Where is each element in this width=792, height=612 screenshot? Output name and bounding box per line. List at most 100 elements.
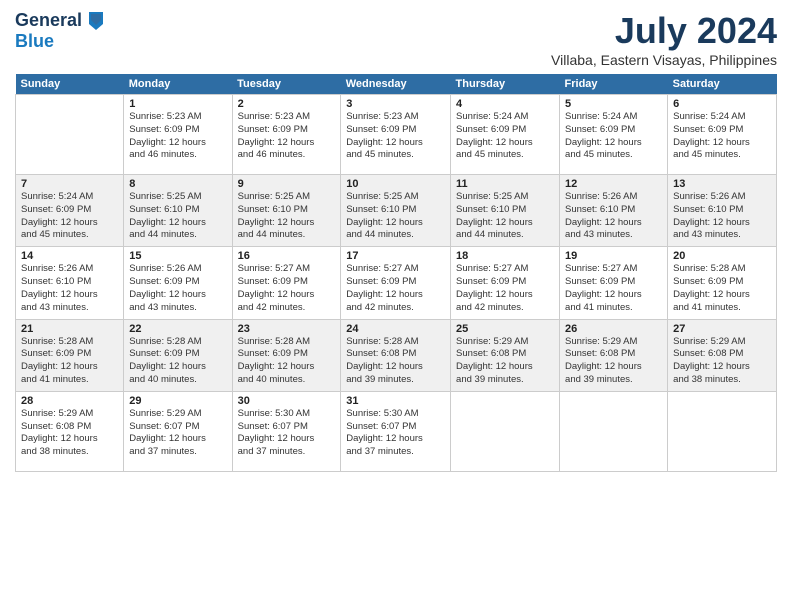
calendar-cell: 31Sunrise: 5:30 AMSunset: 6:07 PMDayligh… bbox=[341, 391, 451, 471]
header-sunday: Sunday bbox=[16, 74, 124, 95]
date-number: 8 bbox=[124, 175, 231, 191]
calendar-table: Sunday Monday Tuesday Wednesday Thursday… bbox=[15, 74, 777, 472]
cell-content: Sunrise: 5:29 AMSunset: 6:07 PMDaylight:… bbox=[124, 408, 231, 463]
calendar-cell: 13Sunrise: 5:26 AMSunset: 6:10 PMDayligh… bbox=[668, 175, 777, 247]
calendar-cell: 8Sunrise: 5:25 AMSunset: 6:10 PMDaylight… bbox=[124, 175, 232, 247]
calendar-cell: 27Sunrise: 5:29 AMSunset: 6:08 PMDayligh… bbox=[668, 319, 777, 391]
cell-content: Sunrise: 5:30 AMSunset: 6:07 PMDaylight:… bbox=[341, 408, 450, 463]
cell-content: Sunrise: 5:23 AMSunset: 6:09 PMDaylight:… bbox=[233, 111, 341, 166]
calendar-cell: 5Sunrise: 5:24 AMSunset: 6:09 PMDaylight… bbox=[560, 95, 668, 175]
calendar-cell: 6Sunrise: 5:24 AMSunset: 6:09 PMDaylight… bbox=[668, 95, 777, 175]
calendar-cell: 9Sunrise: 5:25 AMSunset: 6:10 PMDaylight… bbox=[232, 175, 341, 247]
date-number: 11 bbox=[451, 175, 559, 191]
date-number: 31 bbox=[341, 392, 450, 408]
header-monday: Monday bbox=[124, 74, 232, 95]
cell-content: Sunrise: 5:24 AMSunset: 6:09 PMDaylight:… bbox=[16, 191, 123, 246]
date-number: 14 bbox=[16, 247, 123, 263]
calendar-cell: 3Sunrise: 5:23 AMSunset: 6:09 PMDaylight… bbox=[341, 95, 451, 175]
calendar-cell: 7Sunrise: 5:24 AMSunset: 6:09 PMDaylight… bbox=[16, 175, 124, 247]
calendar-cell: 1Sunrise: 5:23 AMSunset: 6:09 PMDaylight… bbox=[124, 95, 232, 175]
date-number: 20 bbox=[668, 247, 776, 263]
calendar-cell: 21Sunrise: 5:28 AMSunset: 6:09 PMDayligh… bbox=[16, 319, 124, 391]
cell-content: Sunrise: 5:26 AMSunset: 6:10 PMDaylight:… bbox=[668, 191, 776, 246]
title-section: July 2024 Villaba, Eastern Visayas, Phil… bbox=[551, 10, 777, 68]
calendar-week-4: 21Sunrise: 5:28 AMSunset: 6:09 PMDayligh… bbox=[16, 319, 777, 391]
cell-content: Sunrise: 5:25 AMSunset: 6:10 PMDaylight:… bbox=[124, 191, 231, 246]
cell-content: Sunrise: 5:27 AMSunset: 6:09 PMDaylight:… bbox=[233, 263, 341, 318]
cell-content: Sunrise: 5:29 AMSunset: 6:08 PMDaylight:… bbox=[560, 336, 667, 391]
calendar-cell: 10Sunrise: 5:25 AMSunset: 6:10 PMDayligh… bbox=[341, 175, 451, 247]
calendar-cell bbox=[560, 391, 668, 471]
calendar-cell: 26Sunrise: 5:29 AMSunset: 6:08 PMDayligh… bbox=[560, 319, 668, 391]
calendar-cell: 24Sunrise: 5:28 AMSunset: 6:08 PMDayligh… bbox=[341, 319, 451, 391]
cell-content: Sunrise: 5:28 AMSunset: 6:09 PMDaylight:… bbox=[124, 336, 231, 391]
calendar-cell: 20Sunrise: 5:28 AMSunset: 6:09 PMDayligh… bbox=[668, 247, 777, 319]
calendar-cell: 17Sunrise: 5:27 AMSunset: 6:09 PMDayligh… bbox=[341, 247, 451, 319]
cell-content: Sunrise: 5:27 AMSunset: 6:09 PMDaylight:… bbox=[560, 263, 667, 318]
date-number: 4 bbox=[451, 95, 559, 111]
cell-content: Sunrise: 5:25 AMSunset: 6:10 PMDaylight:… bbox=[451, 191, 559, 246]
date-number: 3 bbox=[341, 95, 450, 111]
date-number: 21 bbox=[16, 320, 123, 336]
cell-content: Sunrise: 5:24 AMSunset: 6:09 PMDaylight:… bbox=[668, 111, 776, 166]
header-wednesday: Wednesday bbox=[341, 74, 451, 95]
date-number: 19 bbox=[560, 247, 667, 263]
date-number: 5 bbox=[560, 95, 667, 111]
date-number: 23 bbox=[233, 320, 341, 336]
cell-content: Sunrise: 5:28 AMSunset: 6:09 PMDaylight:… bbox=[233, 336, 341, 391]
calendar-cell: 30Sunrise: 5:30 AMSunset: 6:07 PMDayligh… bbox=[232, 391, 341, 471]
date-number: 17 bbox=[341, 247, 450, 263]
day-header-row: Sunday Monday Tuesday Wednesday Thursday… bbox=[16, 74, 777, 95]
date-number: 18 bbox=[451, 247, 559, 263]
calendar-cell: 14Sunrise: 5:26 AMSunset: 6:10 PMDayligh… bbox=[16, 247, 124, 319]
date-number: 30 bbox=[233, 392, 341, 408]
logo-general: General bbox=[15, 10, 105, 32]
calendar-cell: 16Sunrise: 5:27 AMSunset: 6:09 PMDayligh… bbox=[232, 247, 341, 319]
cell-content: Sunrise: 5:25 AMSunset: 6:10 PMDaylight:… bbox=[233, 191, 341, 246]
calendar-cell bbox=[16, 95, 124, 175]
cell-content: Sunrise: 5:29 AMSunset: 6:08 PMDaylight:… bbox=[668, 336, 776, 391]
cell-content: Sunrise: 5:23 AMSunset: 6:09 PMDaylight:… bbox=[341, 111, 450, 166]
date-number: 12 bbox=[560, 175, 667, 191]
calendar-cell: 15Sunrise: 5:26 AMSunset: 6:09 PMDayligh… bbox=[124, 247, 232, 319]
header-friday: Friday bbox=[560, 74, 668, 95]
calendar-cell: 19Sunrise: 5:27 AMSunset: 6:09 PMDayligh… bbox=[560, 247, 668, 319]
date-number: 24 bbox=[341, 320, 450, 336]
cell-content: Sunrise: 5:28 AMSunset: 6:08 PMDaylight:… bbox=[341, 336, 450, 391]
calendar-cell: 18Sunrise: 5:27 AMSunset: 6:09 PMDayligh… bbox=[451, 247, 560, 319]
date-number: 9 bbox=[233, 175, 341, 191]
date-number: 29 bbox=[124, 392, 231, 408]
date-number: 1 bbox=[124, 95, 231, 111]
calendar-week-2: 7Sunrise: 5:24 AMSunset: 6:09 PMDaylight… bbox=[16, 175, 777, 247]
date-number: 27 bbox=[668, 320, 776, 336]
calendar-cell: 25Sunrise: 5:29 AMSunset: 6:08 PMDayligh… bbox=[451, 319, 560, 391]
date-number: 26 bbox=[560, 320, 667, 336]
calendar-cell: 12Sunrise: 5:26 AMSunset: 6:10 PMDayligh… bbox=[560, 175, 668, 247]
cell-content: Sunrise: 5:23 AMSunset: 6:09 PMDaylight:… bbox=[124, 111, 231, 166]
calendar-cell: 11Sunrise: 5:25 AMSunset: 6:10 PMDayligh… bbox=[451, 175, 560, 247]
subtitle: Villaba, Eastern Visayas, Philippines bbox=[551, 52, 777, 68]
cell-content: Sunrise: 5:30 AMSunset: 6:07 PMDaylight:… bbox=[233, 408, 341, 463]
cell-content: Sunrise: 5:26 AMSunset: 6:10 PMDaylight:… bbox=[16, 263, 123, 318]
logo-blue: Blue bbox=[15, 32, 105, 52]
date-number: 15 bbox=[124, 247, 231, 263]
cell-content: Sunrise: 5:28 AMSunset: 6:09 PMDaylight:… bbox=[16, 336, 123, 391]
date-number: 25 bbox=[451, 320, 559, 336]
calendar-week-1: 1Sunrise: 5:23 AMSunset: 6:09 PMDaylight… bbox=[16, 95, 777, 175]
calendar-cell: 28Sunrise: 5:29 AMSunset: 6:08 PMDayligh… bbox=[16, 391, 124, 471]
logo-icon bbox=[87, 10, 105, 32]
cell-content: Sunrise: 5:27 AMSunset: 6:09 PMDaylight:… bbox=[341, 263, 450, 318]
cell-content: Sunrise: 5:29 AMSunset: 6:08 PMDaylight:… bbox=[16, 408, 123, 463]
calendar-cell: 2Sunrise: 5:23 AMSunset: 6:09 PMDaylight… bbox=[232, 95, 341, 175]
cell-content: Sunrise: 5:26 AMSunset: 6:09 PMDaylight:… bbox=[124, 263, 231, 318]
calendar-week-3: 14Sunrise: 5:26 AMSunset: 6:10 PMDayligh… bbox=[16, 247, 777, 319]
cell-content: Sunrise: 5:29 AMSunset: 6:08 PMDaylight:… bbox=[451, 336, 559, 391]
cell-content: Sunrise: 5:28 AMSunset: 6:09 PMDaylight:… bbox=[668, 263, 776, 318]
header-tuesday: Tuesday bbox=[232, 74, 341, 95]
date-number: 22 bbox=[124, 320, 231, 336]
logo: General Blue bbox=[15, 10, 105, 52]
header-saturday: Saturday bbox=[668, 74, 777, 95]
cell-content: Sunrise: 5:24 AMSunset: 6:09 PMDaylight:… bbox=[560, 111, 667, 166]
calendar-cell bbox=[451, 391, 560, 471]
calendar-cell: 22Sunrise: 5:28 AMSunset: 6:09 PMDayligh… bbox=[124, 319, 232, 391]
